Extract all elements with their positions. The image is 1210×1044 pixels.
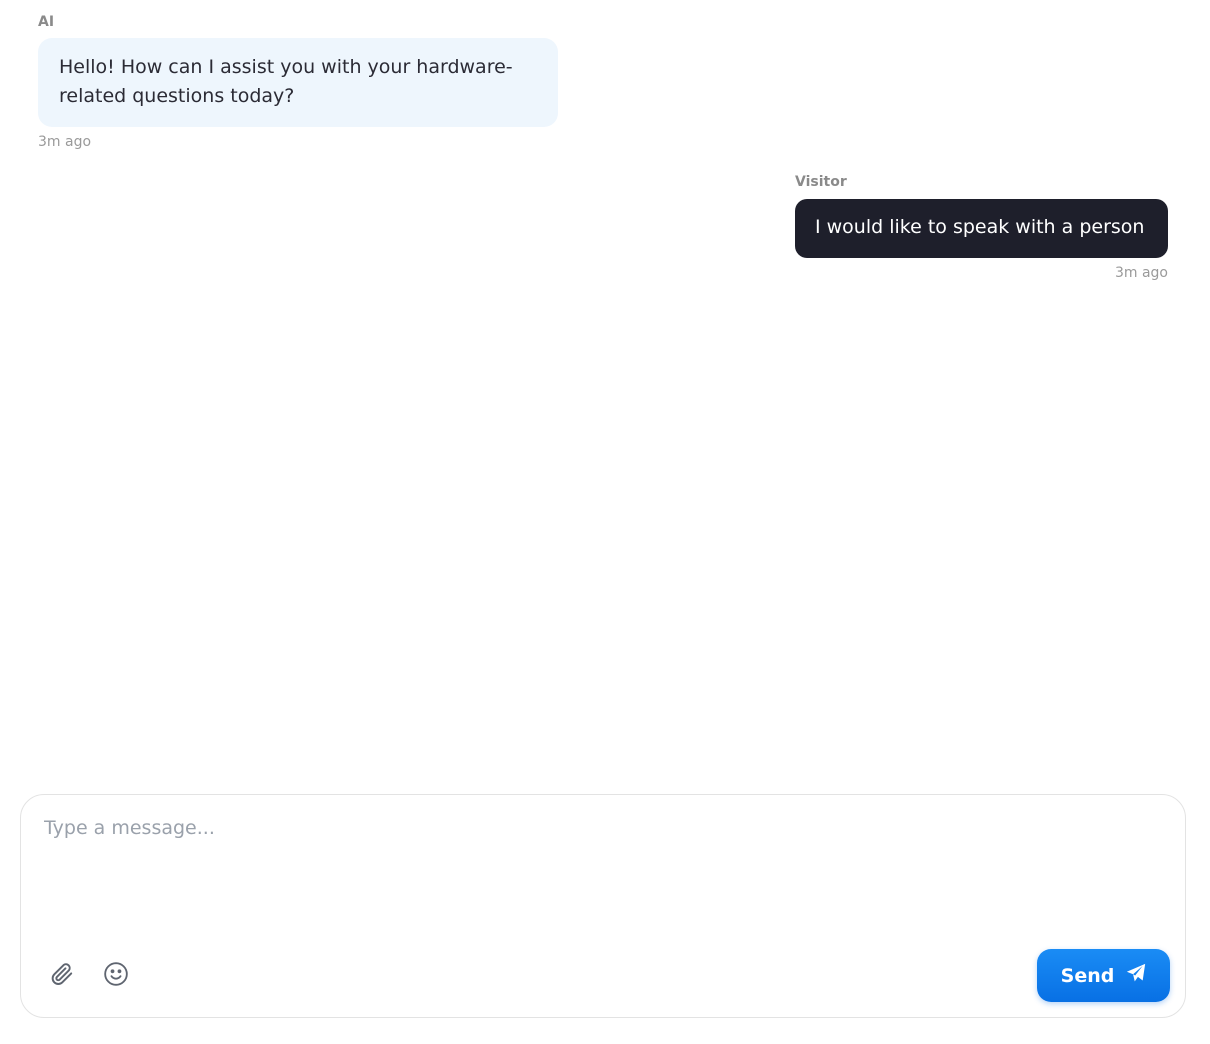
visitor-message-bubble: I would like to speak with a person [795,199,1168,258]
ai-message-timestamp: 3m ago [38,134,92,150]
visitor-sender-label: Visitor [795,174,847,190]
ai-sender-label: AI [38,14,55,30]
message-composer: Send [20,794,1186,1018]
message-input[interactable] [44,817,1154,937]
smiley-icon[interactable] [100,958,132,990]
paperclip-icon[interactable] [46,958,78,990]
send-button-label: Send [1060,964,1115,987]
ai-message-bubble: Hello! How can I assist you with your ha… [38,38,558,127]
paper-plane-icon [1126,963,1146,988]
visitor-message-timestamp: 3m ago [1114,265,1168,281]
chat-page: AI Hello! How can I assist you with your… [0,0,1210,1044]
send-button[interactable]: Send [1037,949,1170,1002]
